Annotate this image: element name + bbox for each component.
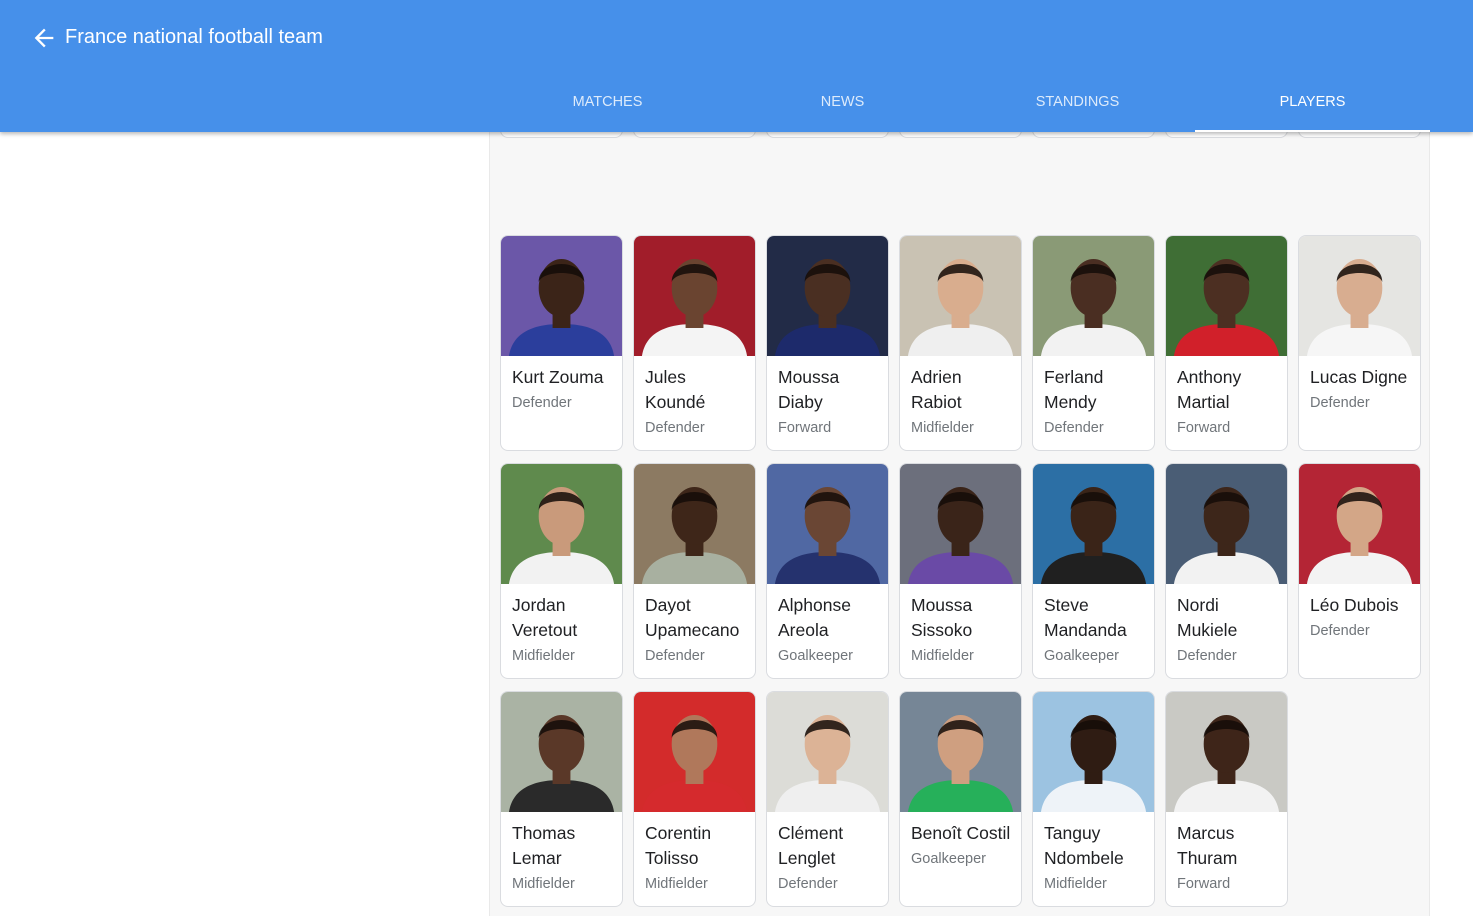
player-photo <box>501 464 622 584</box>
player-name: Alphonse Areola <box>778 595 851 640</box>
player-position: Midfielder <box>645 876 708 892</box>
player-name: Moussa Sissoko <box>911 595 973 640</box>
page-title: France national football team <box>65 26 323 48</box>
player-card[interactable]: Lucas Digne Defender <box>1298 235 1421 451</box>
player-photo <box>501 692 622 812</box>
player-name: Lucas Digne <box>1310 367 1408 387</box>
player-position: Goalkeeper <box>778 648 853 664</box>
player-card[interactable]: Steve Mandanda Goalkeeper <box>1032 463 1155 679</box>
player-photo <box>501 236 622 356</box>
player-position: Defender <box>512 395 572 411</box>
player-position: Defender <box>1310 623 1370 639</box>
player-photo <box>634 692 755 812</box>
player-photo <box>767 692 888 812</box>
player-name: Jules Koundé <box>645 367 706 412</box>
tab-news[interactable]: NEWS <box>725 76 960 132</box>
player-photo <box>1033 692 1154 812</box>
player-position: Defender <box>1044 420 1104 436</box>
player-name: Corentin Tolisso <box>645 823 712 868</box>
tab-standings[interactable]: STANDINGS <box>960 76 1195 132</box>
player-position: Midfielder <box>1044 876 1107 892</box>
player-photo <box>634 236 755 356</box>
player-name: Léo Dubois <box>1310 595 1399 615</box>
player-card[interactable]: Clément Lenglet Defender <box>766 691 889 907</box>
player-name: Jordan Veretout <box>512 595 578 640</box>
player-name: Kurt Zouma <box>512 367 604 387</box>
player-position: Defender <box>645 648 705 664</box>
player-position: Midfielder <box>512 648 575 664</box>
player-photo <box>900 236 1021 356</box>
player-card[interactable]: Léo Dubois Defender <box>1298 463 1421 679</box>
player-card[interactable]: Tanguy Ndombele Midfielder <box>1032 691 1155 907</box>
player-photo <box>900 464 1021 584</box>
player-photo <box>1166 236 1287 356</box>
player-card[interactable]: Nordi Mukiele Defender <box>1165 463 1288 679</box>
player-card[interactable]: Moussa Sissoko Midfielder <box>899 463 1022 679</box>
player-position: Forward <box>1177 420 1231 436</box>
app-header: France national football team MATCHES NE… <box>0 0 1473 132</box>
player-position: Defender <box>1177 648 1237 664</box>
players-grid: William SalibaDefenderRaphaël VaraneDefe… <box>500 0 1440 916</box>
player-name: Benoît Costil <box>911 823 1011 843</box>
player-card[interactable]: Kurt Zouma Defender <box>500 235 623 451</box>
player-card[interactable]: Dayot Upamecano Defender <box>633 463 756 679</box>
player-name: Thomas Lemar <box>512 823 576 868</box>
player-photo <box>1299 236 1420 356</box>
player-photo <box>634 464 755 584</box>
player-photo <box>767 464 888 584</box>
player-name: Marcus Thuram <box>1177 823 1238 868</box>
player-photo <box>1166 464 1287 584</box>
tab-matches[interactable]: MATCHES <box>490 76 725 132</box>
player-position: Goalkeeper <box>911 851 986 867</box>
player-name: Ferland Mendy <box>1044 367 1104 412</box>
player-position: Midfielder <box>911 420 974 436</box>
player-name: Nordi Mukiele <box>1177 595 1238 640</box>
player-name: Dayot Upamecano <box>645 595 740 640</box>
player-name: Steve Mandanda <box>1044 595 1127 640</box>
player-position: Midfielder <box>911 648 974 664</box>
player-card[interactable]: Marcus Thuram Forward <box>1165 691 1288 907</box>
player-photo <box>1299 464 1420 584</box>
player-card[interactable]: Anthony Martial Forward <box>1165 235 1288 451</box>
player-card[interactable]: Benoît Costil Goalkeeper <box>899 691 1022 907</box>
player-photo <box>900 692 1021 812</box>
player-position: Goalkeeper <box>1044 648 1119 664</box>
player-position: Defender <box>645 420 705 436</box>
player-card[interactable]: Ferland Mendy Defender <box>1032 235 1155 451</box>
player-card[interactable]: Moussa Diaby Forward <box>766 235 889 451</box>
player-photo <box>1166 692 1287 812</box>
player-card[interactable]: Corentin Tolisso Midfielder <box>633 691 756 907</box>
player-card[interactable]: Jordan Veretout Midfielder <box>500 463 623 679</box>
player-card[interactable]: Adrien Rabiot Midfielder <box>899 235 1022 451</box>
tab-bar: MATCHES NEWS STANDINGS PLAYERS <box>490 76 1430 132</box>
player-name: Tanguy Ndombele <box>1044 823 1124 868</box>
player-name: Moussa Diaby <box>778 367 840 412</box>
player-position: Forward <box>778 420 832 436</box>
back-arrow-icon[interactable] <box>30 24 58 52</box>
player-name: Clément Lenglet <box>778 823 844 868</box>
player-card[interactable]: Thomas Lemar Midfielder <box>500 691 623 907</box>
player-position: Forward <box>1177 876 1231 892</box>
player-card[interactable]: Jules Koundé Defender <box>633 235 756 451</box>
player-photo <box>767 236 888 356</box>
player-card[interactable]: Alphonse Areola Goalkeeper <box>766 463 889 679</box>
player-name: Anthony Martial <box>1177 367 1242 412</box>
player-name: Adrien Rabiot <box>911 367 962 412</box>
player-photo <box>1033 464 1154 584</box>
player-position: Defender <box>1310 395 1370 411</box>
player-position: Midfielder <box>512 876 575 892</box>
player-photo <box>1033 236 1154 356</box>
player-position: Defender <box>778 876 838 892</box>
tab-players[interactable]: PLAYERS <box>1195 76 1430 132</box>
